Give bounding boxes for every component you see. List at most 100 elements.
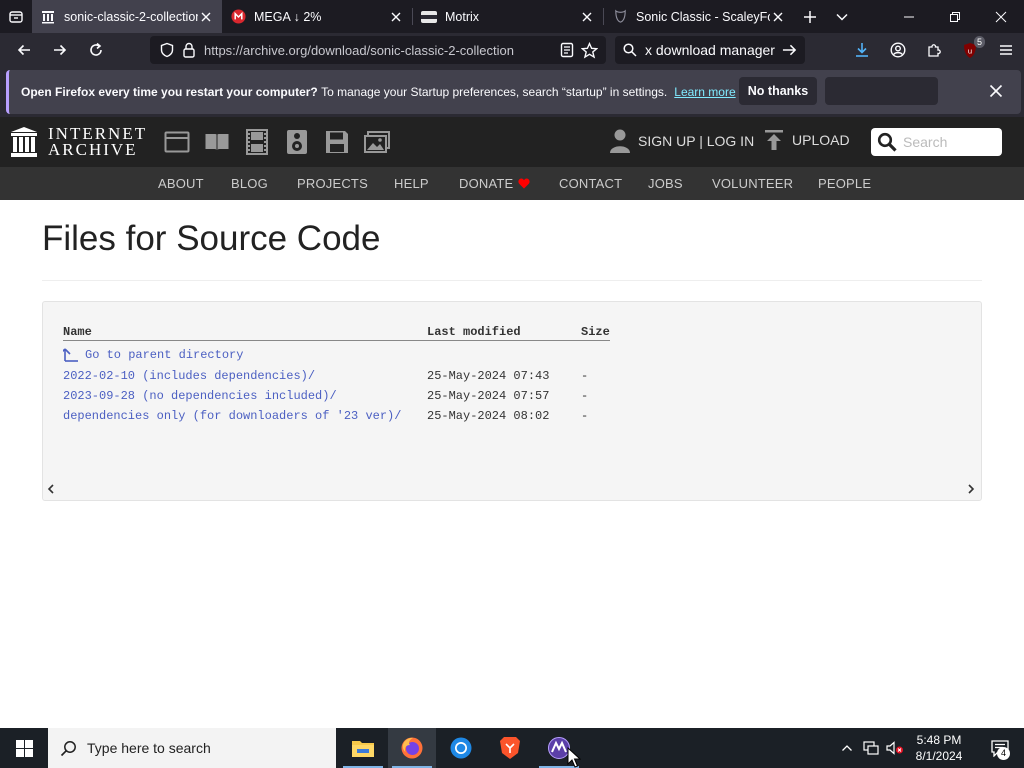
- close-icon[interactable]: [388, 9, 404, 25]
- mouse-cursor-icon: [567, 747, 581, 768]
- arrow-right-icon[interactable]: [782, 43, 797, 57]
- file-explorer-app[interactable]: [339, 728, 387, 768]
- bookmark-star-icon[interactable]: [578, 39, 600, 61]
- firefox-app[interactable]: [388, 728, 436, 768]
- taskbar-search-input[interactable]: [87, 740, 327, 756]
- chevron-down-icon: [836, 13, 848, 21]
- extensions-button[interactable]: [916, 33, 952, 67]
- tab-motrix[interactable]: Motrix: [413, 0, 603, 33]
- minimize-button[interactable]: [886, 0, 932, 33]
- nav-volunteer[interactable]: VOLUNTEER: [712, 176, 793, 191]
- network-button[interactable]: [860, 728, 882, 768]
- learn-more-link[interactable]: Learn more: [674, 85, 735, 99]
- close-notification-button[interactable]: [984, 79, 1008, 103]
- list-all-tabs-button[interactable]: [826, 0, 858, 33]
- lock-icon[interactable]: [178, 39, 200, 61]
- tab-title: sonic-classic-2-collection: [64, 9, 198, 24]
- ia-logo[interactable]: INTERNET ARCHIVE: [10, 125, 147, 158]
- network-icon: [863, 741, 879, 755]
- arrow-right-icon: [54, 44, 67, 56]
- search-input[interactable]: x download manager: [645, 42, 782, 58]
- start-button[interactable]: [0, 728, 48, 768]
- action-center-button[interactable]: 4: [980, 728, 1020, 768]
- reader-view-icon[interactable]: [556, 39, 578, 61]
- taskbar-search[interactable]: [48, 728, 336, 768]
- user-icon: [610, 129, 630, 153]
- notification-title: Open Firefox every time you restart your…: [21, 85, 318, 99]
- web-icon[interactable]: [164, 129, 190, 155]
- nav-donate[interactable]: DONATE: [459, 176, 531, 191]
- parent-directory-icon: [63, 348, 78, 362]
- search-icon: [877, 132, 897, 152]
- scroll-left-arrow[interactable]: [47, 484, 57, 496]
- notification-secondary-button[interactable]: [825, 77, 938, 105]
- column-header-last-modified[interactable]: Last modified: [427, 325, 521, 339]
- show-hidden-icons-button[interactable]: [838, 728, 856, 768]
- tab-internet-archive[interactable]: sonic-classic-2-collection: [32, 0, 222, 33]
- software-floppy-icon[interactable]: [324, 129, 350, 155]
- sign-up-login-link[interactable]: SIGN UP | LOG IN: [610, 129, 754, 153]
- reload-button[interactable]: [78, 33, 114, 67]
- nav-about[interactable]: ABOUT: [158, 176, 204, 191]
- application-menu-button[interactable]: [988, 33, 1024, 67]
- tab-scaleyfoxy[interactable]: Sonic Classic - ScaleyFoxy: [604, 0, 794, 33]
- ia-search-box[interactable]: [871, 128, 1002, 156]
- ia-search-input[interactable]: [903, 134, 998, 150]
- images-icon[interactable]: [364, 129, 390, 155]
- close-window-button[interactable]: [978, 0, 1024, 33]
- clock-time: 5:48 PM: [916, 733, 962, 747]
- column-header-name[interactable]: Name: [63, 325, 92, 339]
- audio-speaker-icon[interactable]: [284, 129, 310, 155]
- url-bar[interactable]: https://archive.org/download/sonic-class…: [150, 36, 606, 64]
- shield-icon[interactable]: [156, 39, 178, 61]
- close-icon[interactable]: [198, 9, 214, 25]
- search-bar[interactable]: x download manager: [615, 36, 805, 64]
- tab-title: Motrix: [445, 9, 480, 24]
- directory-link[interactable]: 2022-02-10 (includes dependencies)/: [63, 369, 315, 383]
- nav-projects[interactable]: PROJECTS: [297, 176, 368, 191]
- close-icon[interactable]: [770, 9, 786, 25]
- ublock-origin-button[interactable]: u 5: [952, 33, 988, 67]
- url-text[interactable]: https://archive.org/download/sonic-class…: [204, 43, 556, 58]
- hamburger-menu-icon: [1000, 45, 1012, 55]
- volume-button[interactable]: [884, 728, 906, 768]
- chrome-app[interactable]: [437, 728, 485, 768]
- directory-link[interactable]: 2023-09-28 (no dependencies included)/: [63, 389, 337, 403]
- firefox-view-button[interactable]: [0, 0, 32, 33]
- page-title: Files for Source Code: [42, 219, 381, 258]
- texts-book-icon[interactable]: [204, 129, 230, 155]
- chevron-right-icon: [968, 484, 975, 494]
- restore-button[interactable]: [932, 0, 978, 33]
- last-modified: 25-May-2024 08:02: [427, 409, 550, 423]
- brave-app[interactable]: [486, 728, 534, 768]
- nav-contact[interactable]: CONTACT: [559, 176, 622, 191]
- new-tab-button[interactable]: [794, 0, 826, 33]
- no-thanks-button[interactable]: No thanks: [739, 77, 817, 105]
- directory-link[interactable]: dependencies only (for downloaders of '2…: [63, 409, 401, 423]
- nav-people[interactable]: PEOPLE: [818, 176, 871, 191]
- nav-jobs[interactable]: JOBS: [648, 176, 683, 191]
- account-button[interactable]: [880, 33, 916, 67]
- nav-help[interactable]: HELP: [394, 176, 429, 191]
- file-size: -: [581, 389, 589, 403]
- tab-mega[interactable]: MEGA ↓ 2%: [222, 0, 412, 33]
- scroll-right-arrow[interactable]: [967, 484, 977, 496]
- parent-directory-link[interactable]: Go to parent directory: [85, 348, 243, 362]
- downloads-button[interactable]: [844, 33, 880, 67]
- ia-top-nav: ABOUT BLOG PROJECTS HELP DONATE CONTACT …: [0, 167, 1024, 200]
- notification-text: To manage your Startup preferences, sear…: [321, 85, 668, 99]
- file-size: -: [581, 409, 589, 423]
- column-header-size[interactable]: Size: [581, 325, 610, 339]
- forward-button[interactable]: [42, 33, 78, 67]
- nav-blog[interactable]: BLOG: [231, 176, 268, 191]
- upload-link[interactable]: UPLOAD: [764, 129, 850, 151]
- video-film-icon[interactable]: [244, 129, 270, 155]
- windows-taskbar: 5:48 PM 8/1/2024 4: [0, 728, 1024, 768]
- file-size: -: [581, 369, 589, 383]
- account-icon: [890, 42, 906, 58]
- system-clock[interactable]: 5:48 PM 8/1/2024: [908, 732, 970, 764]
- plus-icon: [804, 10, 816, 23]
- close-icon[interactable]: [579, 9, 595, 25]
- chevron-up-icon: [842, 745, 852, 751]
- back-button[interactable]: [6, 33, 42, 67]
